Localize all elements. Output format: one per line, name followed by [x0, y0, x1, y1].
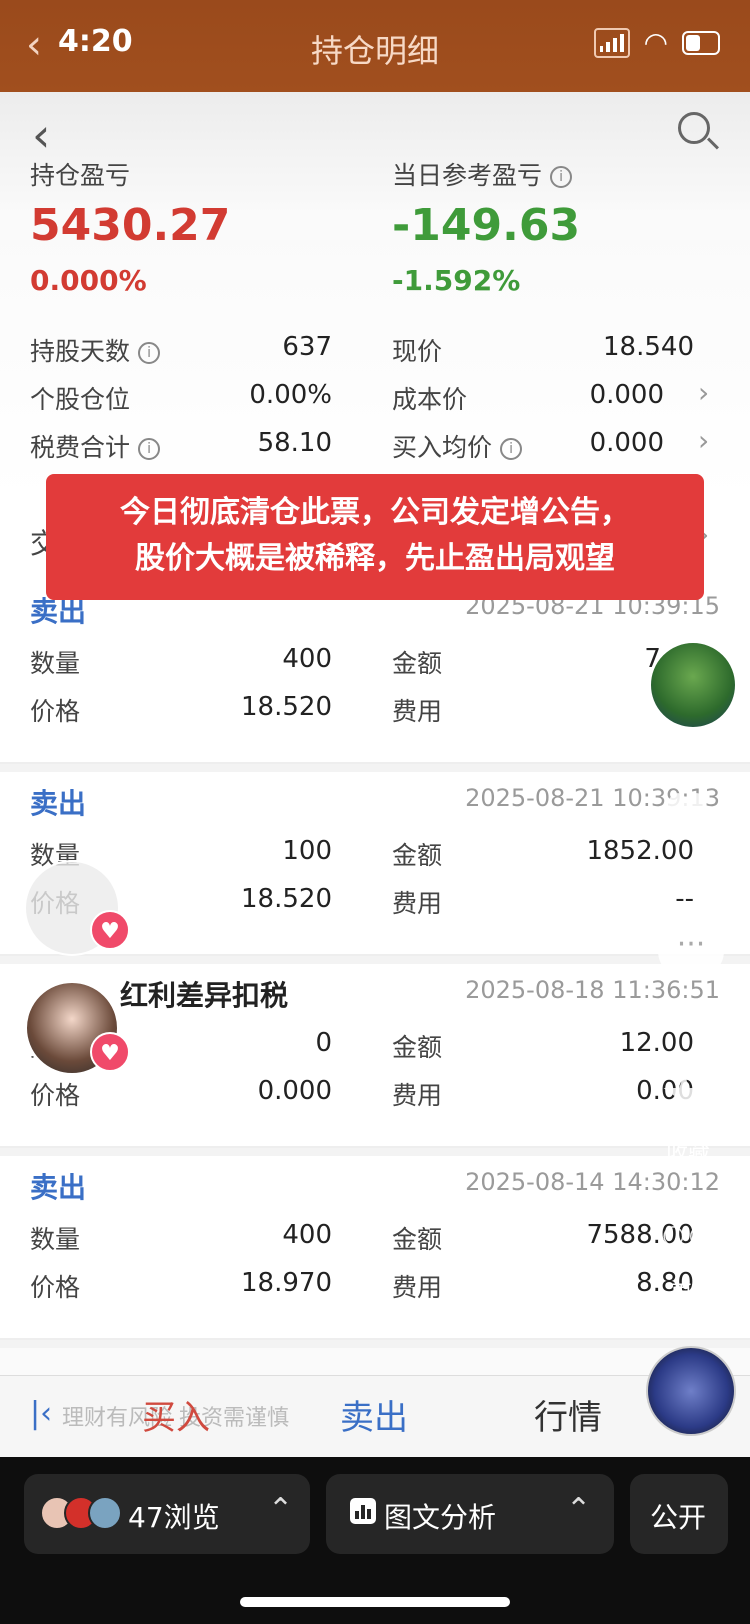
position-pl-value: 5430.27 [30, 200, 231, 251]
more-icon[interactable]: ○○○ [662, 1220, 742, 1250]
buy-button[interactable]: 买入 [142, 1390, 210, 1439]
comment-icon[interactable]: ··· [658, 924, 724, 978]
avg-buy-price-label: 买入均价 i [392, 428, 523, 464]
position-ratio-value: 0.00% [249, 380, 332, 410]
analysis-label: 图文分析 [384, 1501, 497, 1534]
signal-icon [593, 27, 630, 58]
qty-label: 数量 [30, 649, 81, 678]
chevron-right-icon[interactable]: › [698, 424, 709, 457]
tax-total-value: 58.10 [257, 428, 332, 458]
position-pl-pct: 0.000% [30, 264, 147, 297]
daily-pl-label: 当日参考盈亏 i [392, 156, 573, 192]
daily-pl-value: -149.63 [392, 200, 581, 251]
chevron-up-icon: ⌃ [268, 1492, 294, 1527]
price-label: 价格 [30, 1273, 81, 1302]
daily-pl-pct: -1.592% [392, 264, 521, 297]
trade-type: 红利差异扣税 [120, 979, 289, 1012]
price-value: 18.520 [241, 884, 332, 914]
qty-value: 400 [282, 1220, 332, 1250]
cost-price-label: 成本价 [392, 385, 468, 414]
qty-value: 400 [282, 644, 332, 674]
fee-value: -- [675, 884, 694, 914]
price-value: 0.000 [257, 1076, 332, 1106]
search-icon[interactable] [674, 108, 720, 154]
caption-line: 股价大概是被稀释，先止盈出局观望 [135, 541, 615, 576]
trade-type: 卖出 [30, 787, 87, 820]
quote-button[interactable]: 行情 [534, 1390, 602, 1439]
more-label: 更多 [670, 1282, 715, 1307]
position-detail-page: ‹ 持仓盈亏 5430.27 0.000% 当日参考盈亏 i -149.63 -1… [0, 92, 750, 1457]
qty-label: 数量 [30, 1225, 81, 1254]
wifi-icon: ◠ [643, 26, 668, 59]
fee-label: 费用 [392, 889, 443, 918]
heart-icon[interactable]: ♥ [90, 910, 130, 950]
position-ratio-label: 个股仓位 [30, 385, 131, 414]
price-label: 价格 [30, 1081, 81, 1110]
trade-time: 2025-08-14 14:30:12 [465, 1168, 720, 1196]
qty-value: 100 [282, 836, 332, 866]
public-button[interactable]: 公开 [630, 1474, 728, 1554]
info-icon[interactable]: i [138, 438, 161, 460]
trade-record[interactable]: 卖出 2025-08-21 10:39:15 数量 400 金额 740 价格 … [0, 580, 750, 764]
fee-label: 费用 [392, 1081, 443, 1110]
current-price-value: 18.540 [603, 332, 694, 362]
amount-value: 12.00 [619, 1028, 694, 1058]
like-icon[interactable]: ♥ [664, 784, 711, 844]
holding-days-value: 637 [282, 332, 332, 362]
fee-label: 费用 [392, 697, 443, 726]
battery-icon [682, 30, 720, 55]
analysis-button[interactable]: 图文分析 ⌃ [326, 1474, 614, 1554]
tax-total-label: 税费合计 i [30, 428, 161, 464]
first-page-icon[interactable]: |‹ [30, 1396, 52, 1431]
public-label: 公开 [650, 1501, 707, 1534]
trade-record[interactable]: 卖出 2025-08-14 14:30:12 数量 400 金额 7588.00… [0, 1156, 750, 1340]
price-label: 价格 [30, 697, 81, 726]
current-price-label: 现价 [392, 337, 443, 366]
chevron-left-icon[interactable]: ‹ [32, 108, 50, 162]
qty-value: 0 [315, 1028, 332, 1058]
viewer-avatar [88, 1496, 122, 1530]
amount-label: 金额 [392, 1225, 443, 1254]
comment-label: 评论 [664, 1000, 709, 1025]
info-icon[interactable]: i [500, 438, 523, 460]
caption-line: 今日彻底清仓此票，公司发定增公告， [120, 495, 630, 530]
music-disc-icon[interactable] [646, 1346, 736, 1436]
order-bar: |‹ 理财有风险 投资需谨慎 买入 卖出 行情 [0, 1375, 750, 1457]
author-avatar[interactable] [648, 640, 738, 730]
favorite-label: 收藏 [666, 1142, 711, 1167]
chevron-up-icon: ⌃ [566, 1492, 592, 1527]
amount-label: 金额 [392, 1033, 443, 1062]
summary-card: ‹ 持仓盈亏 5430.27 0.000% 当日参考盈亏 i -149.63 -1… [0, 92, 750, 502]
bottom-panel: 47浏览 ⌃ 图文分析 ⌃ 公开 [0, 1457, 750, 1624]
home-indicator[interactable] [240, 1597, 510, 1607]
amount-label: 金额 [392, 841, 443, 870]
info-icon[interactable]: i [138, 342, 161, 364]
heart-icon[interactable]: ♥ [90, 1032, 130, 1072]
holding-days-label: 持股天数 i [30, 332, 161, 368]
chevron-right-icon[interactable]: › [698, 376, 709, 409]
price-value: 18.970 [241, 1268, 332, 1298]
cost-price-value[interactable]: 0.000 [534, 380, 664, 410]
post-caption-overlay: 今日彻底清仓此票，公司发定增公告， 股价大概是被稀释，先止盈出局观望 [46, 474, 704, 600]
fee-label: 费用 [392, 1273, 443, 1302]
amount-label: 金额 [392, 649, 443, 678]
position-pl-label: 持仓盈亏 [30, 161, 131, 190]
status-icons: ◠ [593, 26, 720, 59]
chart-icon [350, 1498, 376, 1524]
trade-type: 卖出 [30, 1171, 87, 1204]
app-header: ‹ 4:20 持仓明细 ◠ [0, 0, 750, 92]
views-count: 47浏览 [128, 1501, 220, 1534]
avg-buy-price-value[interactable]: 0.000 [534, 428, 664, 458]
list-spacer [0, 1348, 750, 1376]
price-value: 18.520 [241, 692, 332, 722]
star-icon[interactable]: ★ [660, 1062, 708, 1125]
info-icon[interactable]: i [550, 166, 573, 188]
views-button[interactable]: 47浏览 ⌃ [24, 1474, 310, 1554]
sell-button[interactable]: 卖出 [340, 1390, 408, 1439]
